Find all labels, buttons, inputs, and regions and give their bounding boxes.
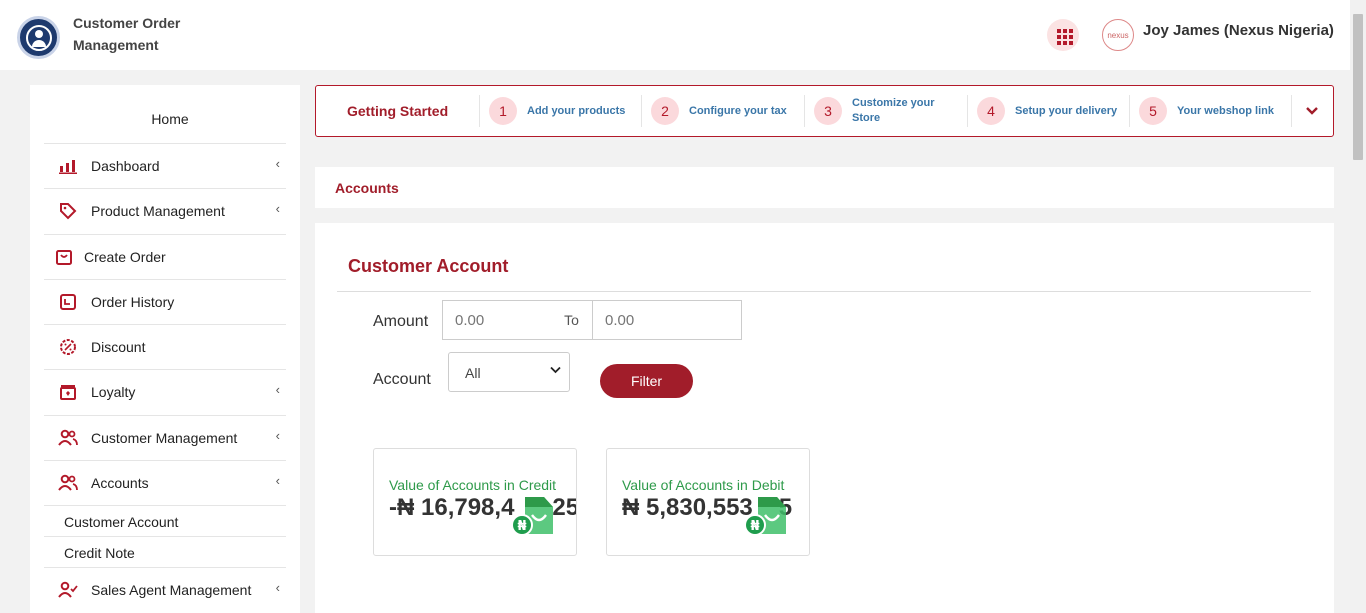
amount-to-input[interactable]	[592, 300, 742, 340]
section-header: Accounts	[315, 167, 1334, 208]
step-number: 4	[977, 97, 1005, 125]
step-number: 3	[814, 97, 842, 125]
sidebar-item-sales-agent-management[interactable]: Sales Agent Management ‹	[44, 567, 286, 612]
getting-started-title: Getting Started	[347, 103, 449, 119]
sidebar-item-dashboard[interactable]: Dashboard ‹	[44, 143, 286, 188]
bar-chart-icon	[58, 156, 78, 176]
sidebar: Home Dashboard ‹ Product Management ‹ Cr…	[30, 85, 300, 613]
getting-started-step-5[interactable]: 5 Your webshop link	[1129, 95, 1291, 127]
account-select-value: All	[465, 365, 481, 381]
getting-started-step-4[interactable]: 4 Setup your delivery	[967, 95, 1129, 127]
apps-grid-icon[interactable]	[1047, 19, 1079, 51]
users-icon	[58, 473, 78, 493]
sidebar-item-accounts[interactable]: Accounts ‹	[44, 460, 286, 505]
step-label: Add your products	[527, 104, 626, 117]
panel-title: Customer Account	[348, 256, 509, 276]
getting-started-bar: Getting Started 1 Add your products 2 Co…	[315, 85, 1334, 137]
sidebar-item-label: Discount	[91, 339, 146, 355]
getting-started-expand[interactable]	[1291, 95, 1333, 127]
app-title: Customer Order Management	[73, 15, 181, 53]
stat-value-head: ₦ 5,830,553	[622, 494, 753, 521]
tag-icon	[58, 201, 78, 221]
discount-icon	[58, 337, 78, 357]
amount-from-input[interactable]	[442, 300, 552, 340]
sidebar-item-loyalty[interactable]: Loyalty ‹	[44, 369, 286, 414]
debit-value-card: Value of Accounts in Debit ₦ 5,830,5535 …	[606, 448, 810, 556]
sidebar-subitem-customer-account[interactable]: Customer Account	[64, 514, 178, 530]
divider	[337, 291, 1311, 292]
sidebar-item-label: Create Order	[84, 249, 166, 265]
step-label: Customize your Store	[852, 97, 935, 124]
account-label: Account	[373, 371, 431, 388]
to-label: To	[551, 300, 592, 340]
account-select[interactable]: All	[448, 352, 570, 392]
customer-account-panel: Customer Account Amount To Account All F…	[315, 223, 1334, 613]
sidebar-item-create-order[interactable]: Create Order	[44, 234, 286, 279]
sidebar-item-customer-management[interactable]: Customer Management ‹	[44, 415, 286, 460]
user-check-icon	[58, 580, 78, 600]
divider	[44, 536, 286, 537]
filter-button[interactable]: Filter	[600, 364, 693, 398]
shopping-bag-icon: ₦	[744, 497, 786, 536]
sidebar-item-label: Sales Agent Management	[91, 582, 252, 598]
chevron-left-icon: ‹	[275, 580, 280, 595]
chevron-left-icon: ‹	[275, 428, 280, 443]
step-number: 5	[1139, 97, 1167, 125]
user-name[interactable]: Joy James (Nexus Nigeria)	[1143, 22, 1334, 39]
sidebar-subitem-credit-note[interactable]: Credit Note	[64, 545, 135, 561]
history-icon	[58, 292, 78, 312]
stat-value-head: -₦ 16,798,4	[389, 494, 515, 521]
sidebar-item-discount[interactable]: Discount	[44, 324, 286, 369]
sidebar-item-label: Customer Management	[91, 430, 238, 446]
step-label: Configure your tax	[689, 104, 787, 117]
amount-label: Amount	[373, 313, 429, 330]
divider	[44, 505, 286, 506]
sidebar-item-label: Product Management	[91, 203, 225, 219]
getting-started-step-2[interactable]: 2 Configure your tax	[641, 95, 803, 127]
users-icon	[58, 428, 78, 448]
svg-text:₦: ₦	[750, 519, 759, 534]
avatar[interactable]: nexus	[1102, 19, 1134, 51]
sidebar-item-label: Dashboard	[91, 158, 160, 174]
app-logo[interactable]	[17, 16, 60, 59]
credit-value-card: Value of Accounts in Credit -₦ 16,798,4 2…	[373, 448, 577, 556]
step-label: Setup your delivery	[1015, 104, 1118, 117]
chevron-left-icon: ‹	[275, 473, 280, 488]
getting-started-step-1[interactable]: 1 Add your products	[479, 95, 641, 127]
sidebar-item-label: Accounts	[91, 475, 149, 491]
page-scrollbar[interactable]	[1350, 0, 1366, 613]
bag-icon	[54, 247, 74, 267]
top-header: Customer Order Management nexus Joy Jame…	[0, 0, 1350, 70]
sidebar-item-order-history[interactable]: Order History	[44, 279, 286, 324]
svg-text:₦: ₦	[517, 519, 526, 534]
page-title: Accounts	[335, 180, 399, 196]
chevron-down-icon	[1306, 107, 1318, 115]
sidebar-item-label: Loyalty	[91, 384, 136, 400]
chevron-left-icon: ‹	[275, 201, 280, 216]
sidebar-item-product-management[interactable]: Product Management ‹	[44, 188, 286, 233]
step-label: Your webshop link	[1177, 104, 1274, 117]
step-number: 1	[489, 97, 517, 125]
chevron-left-icon: ‹	[275, 382, 280, 397]
gift-icon	[58, 382, 78, 402]
chevron-down-icon	[550, 365, 561, 377]
sidebar-item-home[interactable]: Home	[30, 111, 310, 127]
sidebar-item-label: Order History	[91, 294, 175, 310]
chevron-left-icon: ‹	[275, 156, 280, 171]
step-number: 2	[651, 97, 679, 125]
getting-started-step-3[interactable]: 3 Customize your Store	[804, 95, 967, 127]
scrollbar-thumb[interactable]	[1353, 14, 1363, 160]
shopping-bag-icon: ₦	[511, 497, 553, 536]
